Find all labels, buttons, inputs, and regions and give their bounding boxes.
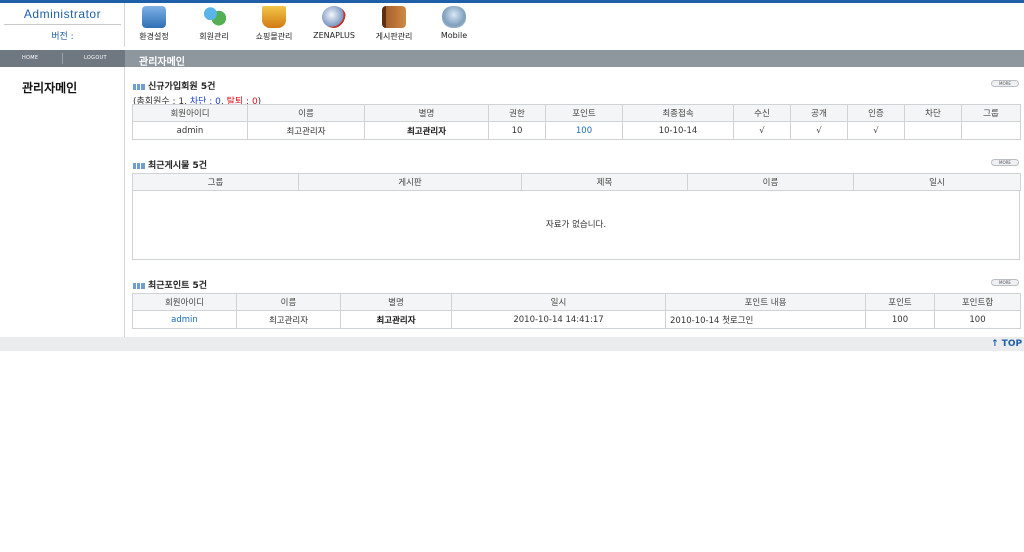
menu-label: 쇼핑몰관리 bbox=[255, 32, 293, 41]
member-blocked bbox=[904, 121, 962, 140]
col-header: 포인트 bbox=[865, 293, 935, 311]
menu-zenaplus[interactable]: ZENAPLUS bbox=[306, 3, 362, 43]
member-group bbox=[961, 121, 1021, 140]
menu-label: Mobile bbox=[440, 31, 468, 40]
col-header: 인증 bbox=[847, 104, 905, 122]
recent-posts-title: 최근게시물 5건 bbox=[133, 158, 207, 171]
divider bbox=[4, 24, 121, 25]
brand-panel: Administrator 버전 : bbox=[0, 3, 125, 47]
recent-points-more-button[interactable]: MORE bbox=[991, 279, 1019, 286]
page-title: 관리자메인 bbox=[139, 57, 185, 68]
menu-board[interactable]: 게시판관리 bbox=[366, 3, 422, 43]
home-link[interactable]: HOME bbox=[22, 55, 38, 61]
table-row: admin 최고관리자 최고관리자 2010-10-14 14:41:17 20… bbox=[132, 310, 1021, 329]
notebook-icon bbox=[382, 6, 406, 28]
point-value: 100 bbox=[865, 310, 935, 329]
member-cert: √ bbox=[847, 121, 905, 140]
recent-posts-table: 그룹 게시판 제목 이름 일시 bbox=[132, 173, 1021, 191]
col-header: 권한 bbox=[488, 104, 546, 122]
menu-label: 게시판관리 bbox=[375, 32, 413, 41]
member-open: √ bbox=[790, 121, 848, 140]
col-header: 포인트합 bbox=[934, 293, 1021, 311]
point-member-id[interactable]: admin bbox=[132, 310, 237, 329]
point-datetime: 2010-10-14 14:41:17 bbox=[451, 310, 666, 329]
empty-message: 자료가 없습니다. bbox=[132, 190, 1020, 260]
globe-icon bbox=[322, 6, 346, 28]
col-header: 그룹 bbox=[132, 173, 299, 191]
menu-label: ZENAPLUS bbox=[313, 31, 355, 40]
member-level: 10 bbox=[488, 121, 546, 140]
member-name: 최고관리자 bbox=[247, 121, 365, 140]
bottom-bar bbox=[0, 337, 1024, 351]
logout-link[interactable]: LOGOUT bbox=[84, 55, 107, 61]
bullet-icon bbox=[133, 162, 145, 169]
col-header: 공개 bbox=[790, 104, 848, 122]
nav-bar: HOME LOGOUT 관리자메인 bbox=[0, 50, 1024, 68]
menu-members[interactable]: 회원관리 bbox=[186, 3, 242, 43]
shopping-cart-icon bbox=[262, 6, 286, 28]
point-name: 최고관리자 bbox=[236, 310, 341, 329]
left-title: 관리자메인 bbox=[22, 81, 78, 95]
point-content: 2010-10-14 첫로그인 bbox=[665, 310, 866, 329]
nav-left: HOME LOGOUT bbox=[0, 50, 125, 67]
settings-monitor-icon bbox=[142, 6, 166, 28]
col-header: 수신 bbox=[733, 104, 791, 122]
admin-title[interactable]: Administrator bbox=[0, 7, 125, 21]
menu-label: 회원관리 bbox=[199, 32, 229, 41]
col-header: 그룹 bbox=[961, 104, 1021, 122]
col-header: 게시판 bbox=[298, 173, 522, 191]
table-header: 회원아이디 이름 별명 일시 포인트 내용 포인트 포인트합 bbox=[132, 293, 1021, 311]
version-label: 버전 : bbox=[51, 32, 74, 42]
mobile-icon bbox=[442, 6, 466, 28]
recent-posts-more-button[interactable]: MORE bbox=[991, 159, 1019, 166]
new-members-table: 회원아이디 이름 별명 권한 포인트 최종접속 수신 공개 인증 차단 그룹 a… bbox=[132, 104, 1021, 140]
col-header: 최종접속 bbox=[622, 104, 734, 122]
top-button[interactable]: ↑ TOP bbox=[991, 339, 1022, 349]
recent-points-title: 최근포인트 5건 bbox=[133, 278, 207, 291]
col-header: 포인트 내용 bbox=[665, 293, 866, 311]
col-header: 별명 bbox=[364, 104, 489, 122]
col-header: 이름 bbox=[687, 173, 854, 191]
table-row: admin 최고관리자 최고관리자 10 100 10-10-14 √ √ √ bbox=[132, 121, 1021, 140]
col-header: 제목 bbox=[521, 173, 688, 191]
recent-points-table: 회원아이디 이름 별명 일시 포인트 내용 포인트 포인트합 admin 최고관… bbox=[132, 293, 1021, 329]
col-header: 이름 bbox=[236, 293, 341, 311]
menu-shop[interactable]: 쇼핑몰관리 bbox=[246, 3, 302, 43]
member-mailing: √ bbox=[733, 121, 791, 140]
members-icon bbox=[202, 6, 226, 28]
member-id[interactable]: admin bbox=[132, 121, 248, 140]
new-members-title: 신규가입회원 5건 bbox=[133, 79, 215, 92]
menu-mobile[interactable]: Mobile bbox=[426, 3, 482, 43]
left-column: 관리자메인 bbox=[0, 67, 125, 337]
col-header: 포인트 bbox=[545, 104, 623, 122]
col-header: 일시 bbox=[853, 173, 1021, 191]
table-header: 그룹 게시판 제목 이름 일시 bbox=[132, 173, 1021, 191]
menu-label: 환경설정 bbox=[139, 32, 169, 41]
new-members-more-button[interactable]: MORE bbox=[991, 80, 1019, 87]
col-header: 이름 bbox=[247, 104, 365, 122]
col-header: 차단 bbox=[904, 104, 962, 122]
bullet-icon bbox=[133, 282, 145, 289]
bullet-icon bbox=[133, 83, 145, 90]
col-header: 회원아이디 bbox=[132, 293, 237, 311]
member-nick: 최고관리자 bbox=[364, 121, 489, 140]
nav-divider bbox=[62, 53, 63, 64]
table-header: 회원아이디 이름 별명 권한 포인트 최종접속 수신 공개 인증 차단 그룹 bbox=[132, 104, 1021, 122]
col-header: 회원아이디 bbox=[132, 104, 248, 122]
member-last-login: 10-10-14 bbox=[622, 121, 734, 140]
col-header: 별명 bbox=[340, 293, 452, 311]
col-header: 일시 bbox=[451, 293, 666, 311]
point-total: 100 bbox=[934, 310, 1021, 329]
point-nick: 최고관리자 bbox=[340, 310, 452, 329]
member-point[interactable]: 100 bbox=[545, 121, 623, 140]
menu-settings[interactable]: 환경설정 bbox=[126, 3, 182, 43]
